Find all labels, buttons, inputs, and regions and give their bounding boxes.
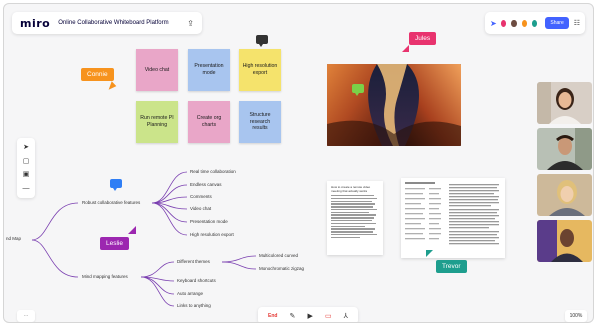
mindmap-node[interactable]: Comments (190, 194, 212, 199)
mindmap-node[interactable]: Robust collaborative features (82, 200, 140, 205)
mindmap-node[interactable]: Keyboard shortcuts (177, 278, 216, 283)
mindmap-node[interactable]: Auto arrange (177, 291, 203, 296)
zoom-level[interactable]: 100% (565, 310, 587, 322)
mindmap-node[interactable]: Presentation mode (190, 219, 228, 224)
microphone-icon[interactable]: ✎ (290, 312, 296, 320)
mindmap-node[interactable]: Endless canvas (190, 182, 222, 187)
mindmap-root[interactable]: nd Map (6, 236, 21, 241)
mindmap-node[interactable]: Links to anything (177, 303, 211, 308)
video-call-controls: End ✎ ▶ ▭ ⅄ (258, 307, 358, 322)
mindmap-node[interactable]: Different themes (177, 259, 210, 264)
mindmap-node[interactable]: Mind mapping features (82, 274, 128, 279)
cursor-pointer (128, 226, 136, 234)
cursor-tool-icon[interactable]: ⅄ (344, 312, 348, 320)
mindmap-node[interactable]: Monochromatic zigzag (259, 266, 304, 271)
screen-share-icon[interactable]: ▭ (325, 312, 332, 320)
chat-icon[interactable] (110, 179, 122, 191)
mindmap-node[interactable]: Multicolored curved (259, 253, 298, 258)
cursor-label-leslie: Leslie (100, 237, 129, 250)
mindmap-node[interactable]: High resolution export (190, 232, 234, 237)
camera-icon[interactable]: ▶ (307, 312, 312, 320)
mindmap-node[interactable]: Video chat (190, 206, 211, 211)
mindmap-node[interactable]: Real time collaboration (190, 169, 236, 174)
end-call-button[interactable]: End (268, 313, 277, 319)
canvas[interactable]: miro Online Collaborative Whiteboard Pla… (3, 3, 594, 323)
